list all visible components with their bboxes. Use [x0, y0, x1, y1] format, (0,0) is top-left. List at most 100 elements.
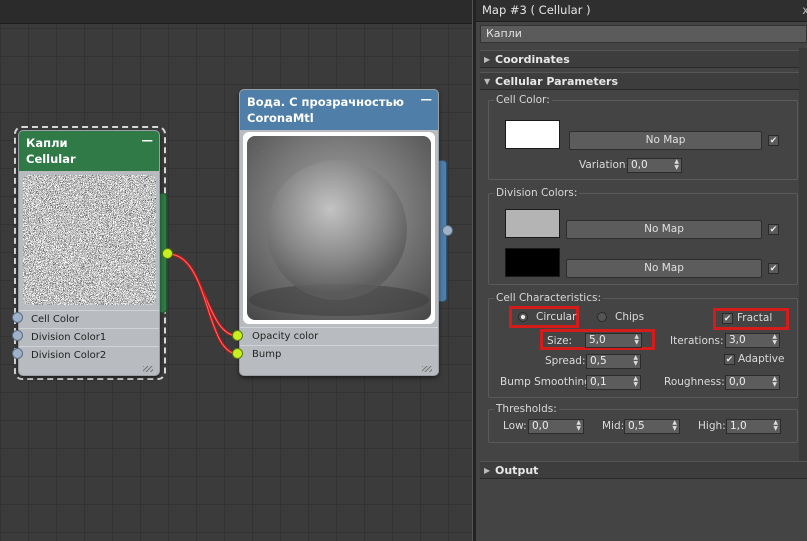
scrollbar[interactable] — [799, 48, 807, 468]
node-title: Капли — [26, 136, 68, 150]
iterations-label: Iterations: — [670, 335, 724, 347]
spinner-arrows-icon[interactable]: ▲ ▼ — [672, 420, 677, 432]
spinner-value: 3,0 — [729, 334, 746, 346]
roughness-label: Roughness: — [664, 376, 725, 388]
spinner-arrows-icon[interactable]: ▲ ▼ — [773, 420, 778, 432]
division-color2-map-button[interactable]: No Map — [566, 259, 762, 278]
map-preview — [23, 175, 156, 305]
size-label: Size: — [547, 335, 573, 347]
spinner-value: 1,0 — [730, 420, 747, 432]
mid-spinner[interactable]: 0,5 ▲ ▼ — [624, 419, 680, 434]
variation-spinner[interactable]: 0,0 ▲ ▼ — [627, 158, 682, 173]
input-socket[interactable] — [12, 348, 23, 359]
spinner-arrows-icon[interactable]: ▲ ▼ — [633, 355, 638, 367]
port-bump[interactable]: Bump — [240, 345, 438, 363]
port-label: Division Color1 — [31, 332, 107, 343]
node-header[interactable]: Капли Cellular — — [19, 131, 159, 171]
spinner-arrows-icon[interactable]: ▲ ▼ — [772, 376, 777, 388]
low-label: Low: — [503, 420, 527, 432]
panel-titlebar: Map #3 ( Cellular ) x — [476, 0, 807, 22]
group-label: Cell Characteristics: — [494, 292, 604, 304]
group-label: Thresholds: — [494, 403, 559, 415]
cell-color-map-button[interactable]: No Map — [569, 131, 762, 150]
iterations-spinner[interactable]: 3,0 ▲ ▼ — [725, 333, 780, 348]
rollout-label: Cellular Parameters — [495, 75, 619, 88]
port-label: Cell Color — [31, 314, 79, 325]
mid-label: Mid: — [602, 420, 625, 432]
node-view-canvas[interactable]: Капли Cellular — Cell Color Division Col… — [0, 0, 472, 541]
output-socket[interactable] — [162, 248, 173, 259]
close-icon[interactable]: x — [802, 3, 807, 17]
port-label: Opacity color — [252, 331, 319, 342]
chips-radio[interactable] — [597, 312, 607, 322]
division-color1-swatch[interactable] — [505, 209, 560, 238]
fractal-label: Fractal — [737, 312, 773, 324]
bump-smoothing-spinner[interactable]: 0,1 ▲ ▼ — [586, 375, 641, 390]
division-color2-swatch[interactable] — [505, 248, 560, 277]
rollout-output[interactable]: ▶ Output — [480, 461, 807, 479]
bump-smoothing-label: Bump Smoothing: — [500, 376, 595, 388]
rollout-label: Coordinates — [495, 53, 570, 66]
cellular-noise-image — [23, 175, 156, 305]
size-spinner[interactable]: 5,0 ▲ ▼ — [585, 333, 642, 348]
spinner-value: 5,0 — [589, 334, 606, 346]
group-label: Cell Color: — [494, 94, 552, 106]
division-color2-map-checkbox[interactable]: ✔ — [768, 263, 779, 274]
panel-title: Map #3 ( Cellular ) — [482, 3, 591, 17]
spinner-arrows-icon[interactable]: ▲ ▼ — [772, 334, 777, 346]
resize-grip[interactable] — [143, 366, 153, 372]
collapse-icon[interactable]: — — [421, 91, 433, 107]
low-spinner[interactable]: 0,0 ▲ ▼ — [528, 419, 584, 434]
high-label: High: — [698, 420, 726, 432]
output-socket[interactable] — [442, 225, 453, 236]
port-label: Bump — [252, 349, 282, 360]
port-cell-color[interactable]: Cell Color — [19, 310, 159, 328]
spinner-arrows-icon[interactable]: ▲ ▼ — [634, 334, 639, 346]
port-division-color1[interactable]: Division Color1 — [19, 328, 159, 346]
map-name-field[interactable]: Капли — [480, 25, 807, 43]
circular-radio[interactable] — [518, 312, 528, 322]
node-header[interactable]: Вода. С прозрачностью CoronaMtl — — [240, 90, 438, 130]
cell-color-map-checkbox[interactable]: ✔ — [768, 135, 779, 146]
spread-label: Spread: — [545, 355, 586, 367]
spinner-value: 0,0 — [729, 376, 746, 388]
rollout-coordinates[interactable]: ▶ Coordinates — [480, 50, 807, 68]
adaptive-checkbox[interactable]: ✔ — [724, 354, 735, 365]
collapse-icon: ▼ — [484, 77, 491, 86]
rollout-cellular-parameters[interactable]: ▼ Cellular Parameters — [480, 72, 807, 90]
roughness-spinner[interactable]: 0,0 ▲ ▼ — [725, 375, 780, 390]
spinner-value: 0,0 — [532, 420, 549, 432]
cellular-node[interactable]: Капли Cellular — Cell Color Division Col… — [18, 130, 160, 376]
input-socket[interactable] — [12, 312, 23, 323]
circular-label: Circular — [536, 311, 577, 323]
high-spinner[interactable]: 1,0 ▲ ▼ — [726, 419, 781, 434]
corona-material-node[interactable]: Вода. С прозрачностью CoronaMtl — Opacit… — [239, 89, 439, 376]
collapse-icon[interactable]: — — [142, 132, 154, 148]
spinner-value: 0,5 — [628, 420, 645, 432]
expand-icon: ▶ — [484, 466, 491, 475]
spinner-value: 0,5 — [590, 355, 607, 367]
spinner-value: 0,1 — [590, 376, 607, 388]
resize-grip[interactable] — [422, 366, 432, 372]
fractal-checkbox[interactable]: ✔ — [722, 313, 733, 324]
node-subtitle: Cellular — [26, 152, 76, 166]
input-socket[interactable] — [232, 348, 243, 359]
material-preview — [243, 132, 435, 324]
group-label: Division Colors: — [494, 187, 580, 199]
input-socket[interactable] — [12, 330, 23, 341]
port-opacity-color[interactable]: Opacity color — [240, 327, 438, 345]
spinner-arrows-icon[interactable]: ▲ ▼ — [633, 376, 638, 388]
spread-spinner[interactable]: 0,5 ▲ ▼ — [586, 354, 641, 369]
cell-color-swatch[interactable] — [505, 120, 560, 149]
node-subtitle: CoronaMtl — [247, 111, 314, 125]
parameter-editor-panel: Map #3 ( Cellular ) x Капли ▶ Coordinate… — [476, 0, 807, 541]
division-color1-map-button[interactable]: No Map — [566, 220, 762, 239]
division-color1-map-checkbox[interactable]: ✔ — [768, 224, 779, 235]
input-socket[interactable] — [232, 330, 243, 341]
spinner-arrows-icon[interactable]: ▲ ▼ — [576, 420, 581, 432]
port-division-color2[interactable]: Division Color2 — [19, 346, 159, 364]
rollout-label: Output — [495, 464, 539, 477]
slate-material-editor: Капли Cellular — Cell Color Division Col… — [0, 0, 807, 541]
spinner-arrows-icon[interactable]: ▲ ▼ — [674, 159, 679, 171]
glass-sphere-image — [247, 136, 431, 320]
